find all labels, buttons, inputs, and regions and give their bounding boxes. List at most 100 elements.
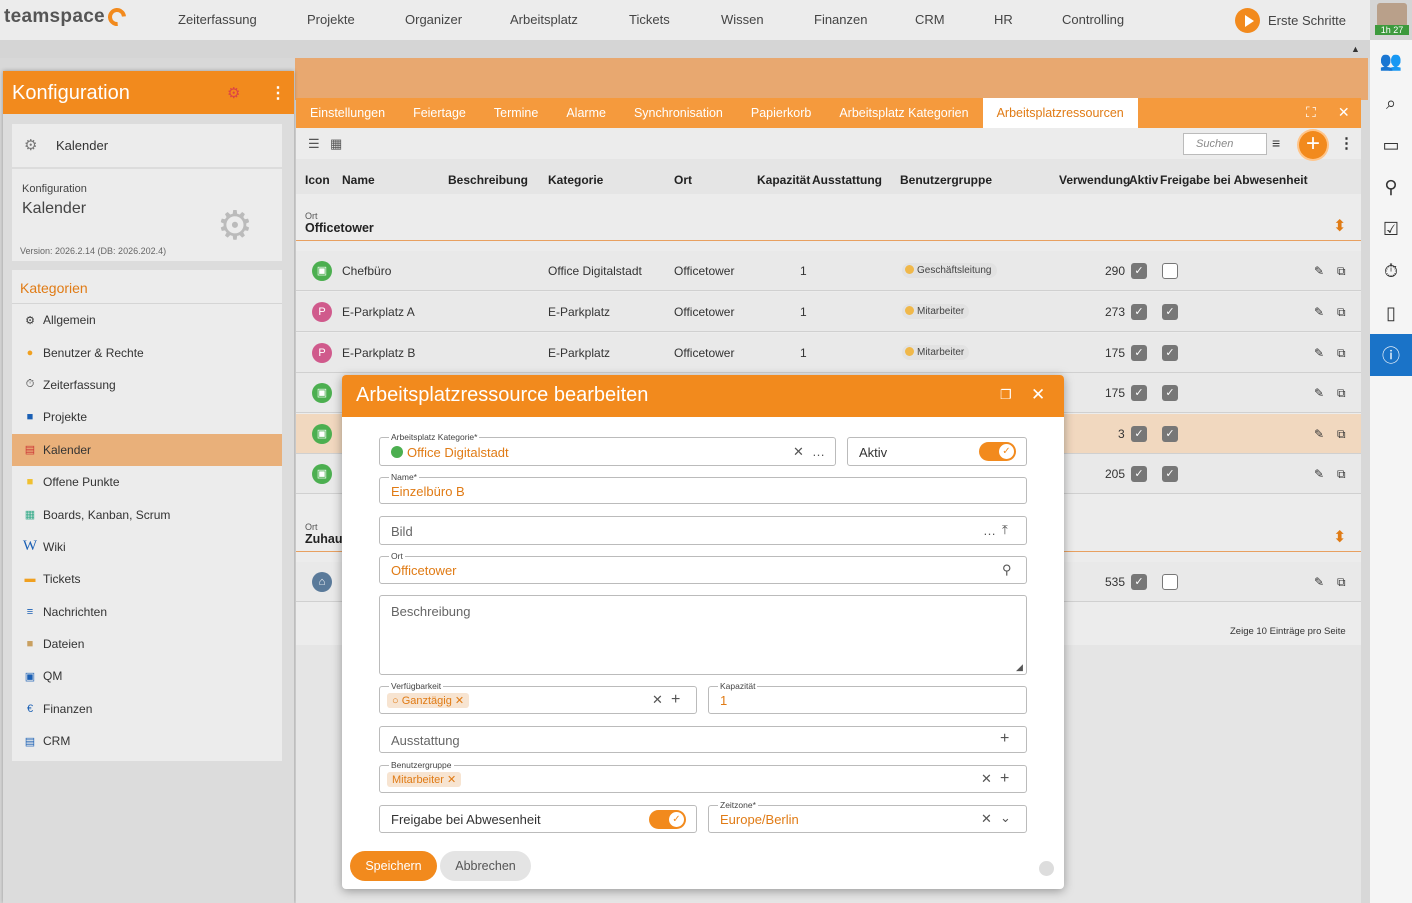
teamspace-logo[interactable]: teamspace [4,4,130,30]
category-nachrichten[interactable]: ≡ Nachrichten [12,596,282,628]
category-crm[interactable]: ▤ CRM [12,725,282,757]
time-tracker-badge[interactable]: 1h 27 [1375,25,1409,35]
more-options-icon[interactable]: ⋮ [1339,134,1354,152]
aktiv-checkbox[interactable]: ✓ [1131,426,1147,442]
table-row[interactable]: P E-Parkplatz B E-Parkplatz Officetower … [296,333,1361,373]
resize-handle-icon[interactable]: ◢ [1016,662,1023,673]
col-beschreibung[interactable]: Beschreibung [448,173,528,187]
nav-finanzen[interactable]: Finanzen [814,12,867,27]
freigabe-toggle[interactable] [649,810,686,829]
restore-window-icon[interactable]: ❐ [1000,387,1012,403]
category-finanzen[interactable]: € Finanzen [12,693,282,725]
edit-icon[interactable]: ✎ [1314,386,1324,400]
tab-termine[interactable]: Termine [480,98,552,128]
remove-chip-icon[interactable]: ✕ [455,695,464,707]
add-icon[interactable]: + [1000,770,1009,788]
col-kategorie[interactable]: Kategorie [548,173,603,187]
edit-icon[interactable]: ✎ [1314,575,1324,589]
erste-schritte-button[interactable]: Erste Schritte [1235,8,1346,33]
col-kapazitaet[interactable]: Kapazität [757,173,810,187]
beschreibung-textarea[interactable]: Beschreibung ◢ [379,595,1027,675]
zeitzone-select[interactable]: Zeitzone* Europe/Berlin ✕ ⌄ [708,800,1027,833]
calendar-module-card[interactable]: ⚙ Kalender [12,124,282,167]
benutzergruppe-chip[interactable]: Mitarbeiter ✕ [387,772,462,787]
clear-icon[interactable]: ✕ [652,692,663,708]
ausstattung-field[interactable]: Ausstattung + [379,726,1027,753]
freigabe-checkbox[interactable] [1162,574,1178,590]
settings-gear-icon[interactable]: ⚙ [227,84,240,102]
chevron-down-icon[interactable]: ⌄ [1000,810,1011,826]
aktiv-checkbox[interactable]: ✓ [1131,304,1147,320]
task-check-icon[interactable]: ☑ [1370,208,1412,250]
search-icon[interactable]: ⌕ [1370,82,1412,124]
category-tickets[interactable]: ▬ Tickets [12,563,282,595]
tab-synchronisation[interactable]: Synchronisation [620,98,737,128]
category-zeiterfassung[interactable]: ⏱ Zeiterfassung [12,369,282,401]
freigabe-checkbox[interactable] [1162,263,1178,279]
category-offene-punkte[interactable]: ■ Offene Punkte [12,466,282,498]
category-boards[interactable]: ▦ Boards, Kanban, Scrum [12,498,282,530]
tab-alarme[interactable]: Alarme [552,98,620,128]
name-field[interactable]: Name* Einzelbüro B [379,472,1027,504]
freigabe-checkbox[interactable]: ✓ [1162,466,1178,482]
edit-icon[interactable]: ✎ [1314,264,1324,278]
table-row[interactable]: P E-Parkplatz A E-Parkplatz Officetower … [296,292,1361,332]
category-dateien[interactable]: ■ Dateien [12,628,282,660]
tab-arbeitsplatzressourcen[interactable]: Arbeitsplatzressourcen [982,98,1138,128]
category-qm[interactable]: ▣ QM [12,660,282,692]
close-icon[interactable]: ✕ [1031,385,1045,405]
aktiv-checkbox[interactable]: ✓ [1131,466,1147,482]
aktiv-toggle[interactable] [979,442,1016,461]
more-icon[interactable]: … [812,444,825,459]
category-allgemein[interactable]: ⚙ Allgemein [12,304,282,336]
copy-icon[interactable]: ⧉ [1337,346,1346,361]
kapazitaet-field[interactable]: Kapazität 1 [708,681,1027,714]
nav-crm[interactable]: CRM [915,12,945,27]
freigabe-checkbox[interactable]: ✓ [1162,426,1178,442]
nav-wissen[interactable]: Wissen [721,12,764,27]
nav-arbeitsplatz[interactable]: Arbeitsplatz [510,12,578,27]
close-icon[interactable]: ✕ [1338,104,1350,121]
nav-zeiterfassung[interactable]: Zeiterfassung [178,12,257,27]
aktiv-checkbox[interactable]: ✓ [1131,574,1147,590]
tab-feiertage[interactable]: Feiertage [399,98,480,128]
grid-view-icon[interactable]: ▦ [330,136,342,152]
pagination-info[interactable]: Zeige 10 Einträge pro Seite [1230,626,1346,637]
nav-organizer[interactable]: Organizer [405,12,462,27]
freigabe-checkbox[interactable]: ✓ [1162,385,1178,401]
col-ausstattung[interactable]: Ausstattung [812,173,882,187]
edit-icon[interactable]: ✎ [1314,467,1324,481]
category-kalender[interactable]: ▤ Kalender [12,433,282,466]
bild-field[interactable]: Bild … ⤒ [379,516,1027,545]
briefcase-icon[interactable]: ▭ [1370,124,1412,166]
users-icon[interactable]: 👥 [1370,40,1412,82]
category-projekte[interactable]: ■ Projekte [12,401,282,433]
ort-field[interactable]: Ort Officetower ⚲ [379,551,1027,584]
nav-tickets[interactable]: Tickets [629,12,670,27]
nav-controlling[interactable]: Controlling [1062,12,1124,27]
search-input[interactable]: Suchen [1183,133,1267,155]
stopwatch-icon[interactable]: ⏱ [1370,250,1412,292]
col-name[interactable]: Name [342,173,375,187]
maximize-icon[interactable]: ⛶ [1306,104,1316,121]
scroll-up-icon[interactable]: ▲ [1351,44,1360,54]
collapse-group-icon[interactable]: ⬍ [1333,527,1346,547]
col-verwendung[interactable]: Verwendung [1059,173,1130,187]
copy-icon[interactable]: ⧉ [1337,575,1346,590]
cancel-button[interactable]: Abbrechen [440,851,531,881]
save-button[interactable]: Speichern [350,851,437,881]
col-aktiv[interactable]: Aktiv [1129,173,1158,187]
mobile-icon[interactable]: ▯ [1370,292,1412,334]
edit-icon[interactable]: ✎ [1314,346,1324,360]
add-icon[interactable]: + [1000,730,1009,748]
aktiv-checkbox[interactable]: ✓ [1131,385,1147,401]
edit-icon[interactable]: ✎ [1314,427,1324,441]
location-pin-icon[interactable]: ⚲ [1002,562,1012,578]
pin-icon[interactable]: ⚲ [1370,166,1412,208]
col-ort[interactable]: Ort [674,173,692,187]
aktiv-checkbox[interactable]: ✓ [1131,263,1147,279]
user-avatar[interactable] [1377,3,1407,27]
clear-icon[interactable]: ✕ [981,771,992,787]
clear-icon[interactable]: ✕ [981,811,992,827]
freigabe-checkbox[interactable]: ✓ [1162,345,1178,361]
